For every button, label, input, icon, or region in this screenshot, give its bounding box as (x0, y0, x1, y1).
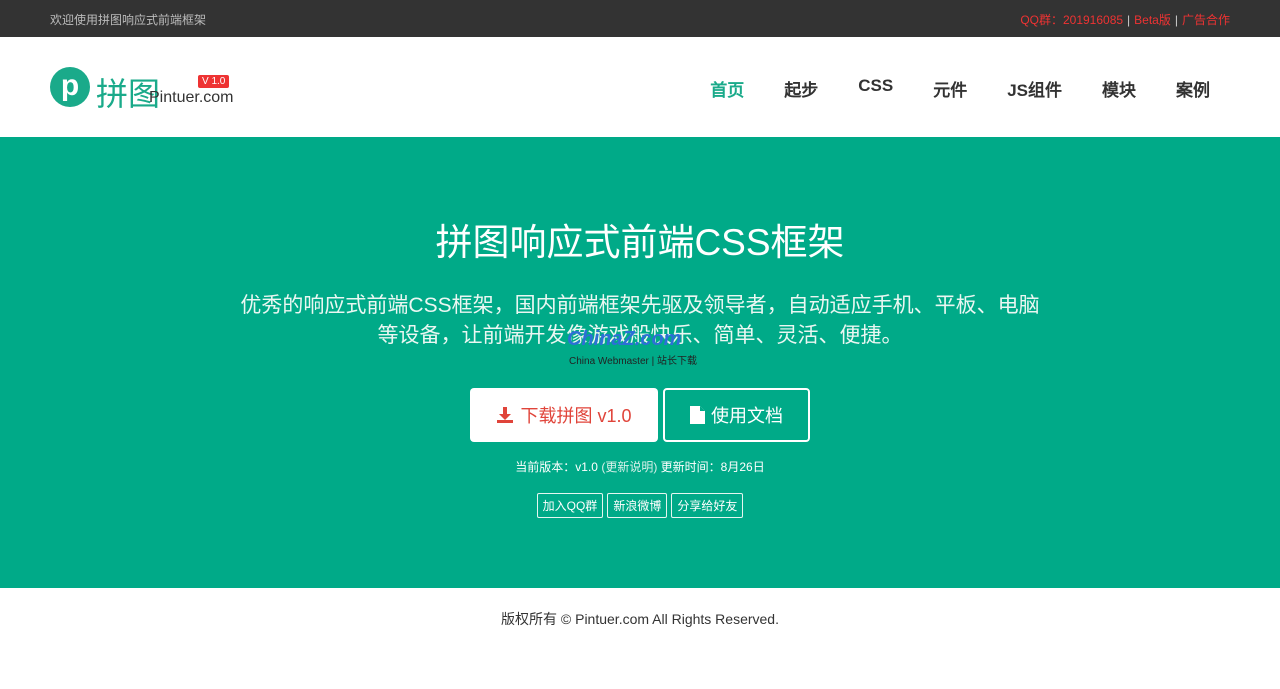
nav-start[interactable]: 起步 (784, 76, 818, 101)
logo-icon: p (50, 67, 90, 107)
update-time: 更新时间：8月26日 (660, 460, 765, 474)
version-info: 当前版本：v1.0 (更新说明) 更新时间：8月26日 (0, 458, 1280, 475)
site-logo[interactable]: p 拼图 Pintuer.com V 1.0 (50, 67, 240, 113)
social-links: 加入QQ群 新浪微博 分享给好友 (0, 493, 1280, 518)
nav-elements[interactable]: 元件 (933, 76, 967, 101)
logo-en-text: Pintuer.com (149, 89, 234, 106)
weibo-button[interactable]: 新浪微博 (607, 493, 668, 518)
join-qq-button[interactable]: 加入QQ群 (536, 493, 604, 518)
site-header: p 拼图 Pintuer.com V 1.0 首页 起步 CSS 元件 JS组件… (0, 37, 1280, 137)
version-text: 当前版本：v1.0 (515, 460, 598, 474)
separator: | (1174, 13, 1178, 27)
download-icon (497, 407, 514, 423)
beta-link[interactable]: Beta版 (1134, 13, 1171, 27)
hero-banner: 拼图响应式前端CSS框架 优秀的响应式前端CSS框架，国内前端框架先驱及领导者，… (0, 137, 1280, 588)
nav-modules[interactable]: 模块 (1102, 76, 1136, 101)
qq-group-link[interactable]: QQ群：201916085 (1020, 13, 1123, 27)
download-label: 下载拼图 v1.0 (520, 406, 632, 426)
watermark-sub: China Webmaster | 站长下载 (569, 356, 698, 367)
share-button[interactable]: 分享给好友 (671, 493, 744, 518)
watermark-main: ChinaZ.com (567, 328, 682, 350)
changelog-link[interactable]: (更新说明) (601, 460, 657, 474)
hero-title: 拼图响应式前端CSS框架 (435, 222, 845, 263)
top-links: QQ群：201916085 | Beta版 | 广告合作 (1020, 11, 1230, 28)
footer-copyright: 版权所有 © Pintuer.com All Rights Reserved. (501, 611, 779, 627)
watermark-logo: ChinaZ.com China Webmaster | 站长下载 (567, 328, 717, 368)
nav-home[interactable]: 首页 (710, 76, 744, 101)
main-nav: 首页 起步 CSS 元件 JS组件 模块 案例 (670, 76, 1210, 101)
welcome-text: 欢迎使用拼图响应式前端框架 (50, 13, 207, 27)
version-badge: V 1.0 (198, 75, 230, 88)
separator: | (1127, 13, 1131, 27)
document-icon (690, 406, 705, 424)
docs-button[interactable]: 使用文档 (663, 388, 810, 442)
download-button[interactable]: 下载拼图 v1.0 (470, 388, 658, 442)
nav-js-components[interactable]: JS组件 (1007, 76, 1062, 101)
docs-label: 使用文档 (711, 406, 783, 426)
nav-cases[interactable]: 案例 (1176, 76, 1210, 101)
top-bar: 欢迎使用拼图响应式前端框架 QQ群：201916085 | Beta版 | 广告合作 (0, 0, 1280, 37)
ad-link[interactable]: 广告合作 (1182, 13, 1230, 27)
nav-css[interactable]: CSS (858, 76, 893, 101)
